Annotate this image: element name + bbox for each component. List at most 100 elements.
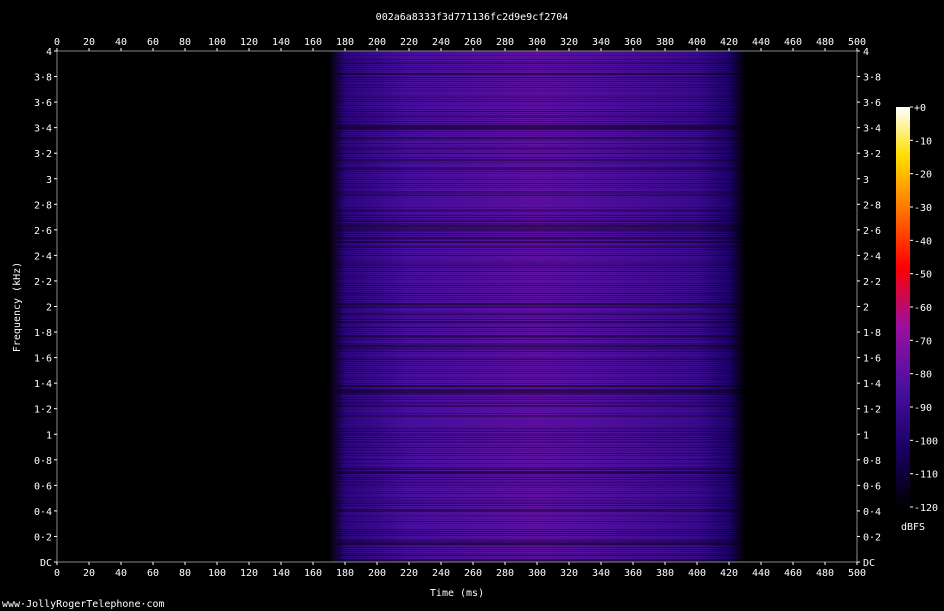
y-tick-label: 1·2 <box>34 405 52 416</box>
streak <box>337 211 777 212</box>
streak <box>337 311 777 313</box>
streak <box>337 279 777 280</box>
streak <box>337 115 777 117</box>
streak <box>337 89 777 91</box>
x-tick-label-top: 400 <box>688 37 706 48</box>
streak <box>337 147 777 149</box>
streak <box>337 175 777 176</box>
streak <box>337 521 777 522</box>
streak <box>337 345 777 347</box>
y-tick-label: 2·2 <box>34 277 52 288</box>
streak <box>337 207 777 208</box>
streak <box>337 427 777 429</box>
streak <box>337 145 777 147</box>
streak <box>337 551 777 552</box>
y-tick-label: 0·8 <box>34 456 52 467</box>
streak <box>337 485 777 486</box>
streak <box>337 243 777 244</box>
streak <box>337 129 777 130</box>
streak <box>337 285 777 286</box>
streak <box>337 317 777 318</box>
streak <box>337 329 777 330</box>
streak <box>337 255 777 256</box>
streak <box>337 121 777 122</box>
x-tick-label: 260 <box>464 568 482 579</box>
streak <box>337 325 777 327</box>
streak <box>337 235 777 236</box>
streak <box>337 351 777 352</box>
y-tick-label: 3·2 <box>34 149 52 160</box>
streak <box>337 165 777 166</box>
streak <box>337 111 777 112</box>
streak <box>337 397 777 398</box>
streak <box>337 461 777 462</box>
streak <box>337 219 777 221</box>
streak <box>337 445 777 446</box>
streak <box>337 73 777 75</box>
y-tick-label-right: 0·6 <box>863 481 881 492</box>
streak <box>337 431 777 432</box>
streak <box>337 413 777 414</box>
streak <box>337 489 777 490</box>
colorbar-tick-label: -20 <box>914 170 932 181</box>
x-tick-label: 220 <box>400 568 418 579</box>
frequency-streaks <box>337 51 777 562</box>
streak <box>337 155 777 156</box>
y-tick-label: 3 <box>46 175 52 186</box>
streak <box>337 533 777 534</box>
streak <box>337 157 777 158</box>
y-tick-label-right: 0·2 <box>863 532 881 543</box>
streak <box>337 119 777 120</box>
streak <box>337 323 777 324</box>
streak <box>337 387 777 388</box>
streak <box>337 545 777 546</box>
x-tick-label: 240 <box>432 568 450 579</box>
streak <box>337 343 777 345</box>
streak <box>337 543 777 545</box>
x-tick-label-top: 300 <box>528 37 546 48</box>
colorbar-tick-label: -110 <box>914 470 938 481</box>
x-tick-label: 160 <box>304 568 322 579</box>
streak <box>337 419 777 420</box>
streak <box>337 53 777 54</box>
streak <box>337 383 777 384</box>
colorbar-tick-label: -120 <box>914 503 938 514</box>
x-tick-label-top: 140 <box>272 37 290 48</box>
streak <box>337 309 777 310</box>
y-tick-label: 3·8 <box>34 73 52 84</box>
streak <box>337 271 777 272</box>
streak <box>337 149 777 150</box>
streak <box>337 459 777 460</box>
streak <box>337 493 777 494</box>
streak <box>337 245 777 247</box>
streak <box>337 509 777 511</box>
streak <box>337 91 777 92</box>
streak <box>337 151 777 153</box>
y-tick-label-right: 4 <box>863 47 869 58</box>
streak <box>337 429 777 430</box>
streak <box>337 395 777 396</box>
x-tick-label: 500 <box>848 568 866 579</box>
x-tick-label: 320 <box>560 568 578 579</box>
streak <box>337 263 777 265</box>
streak <box>337 307 777 308</box>
y-tick-label-right: 2·4 <box>863 251 881 262</box>
y-tick-label-right: 2·8 <box>863 200 881 211</box>
streak <box>337 535 777 536</box>
streak <box>337 59 777 60</box>
x-tick-label: 120 <box>240 568 258 579</box>
streak <box>337 125 777 127</box>
streak <box>337 507 777 508</box>
x-tick-label: 60 <box>147 568 159 579</box>
x-tick-label-top: 380 <box>656 37 674 48</box>
streak <box>337 295 777 296</box>
streak <box>337 515 777 517</box>
y-tick-label: 2·4 <box>34 251 52 262</box>
streak <box>337 333 777 334</box>
streak <box>337 355 777 356</box>
streak <box>337 537 777 538</box>
streak <box>337 465 777 467</box>
streak <box>337 275 777 276</box>
streak <box>337 127 777 129</box>
streak <box>337 449 777 451</box>
